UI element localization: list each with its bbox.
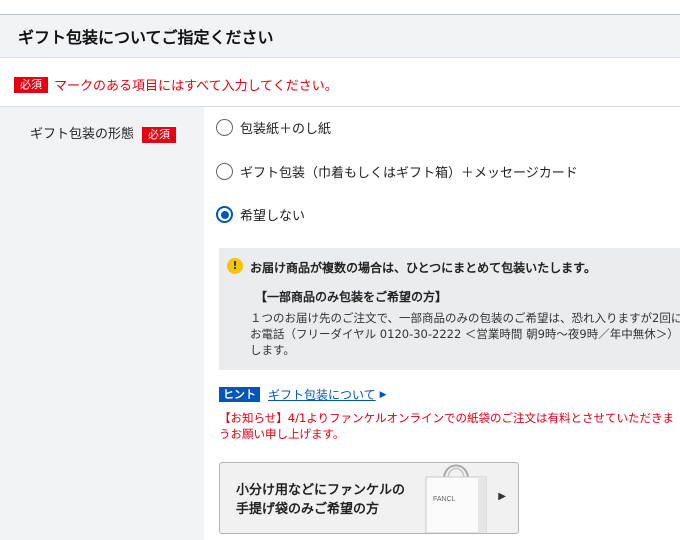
option-label: 包装紙＋のし紙 [240, 122, 332, 137]
bag-logo-text: FANCL [433, 496, 456, 503]
radio-button-selected[interactable] [216, 206, 233, 223]
radio-dot [220, 210, 229, 219]
bag-button-line: 手提げ袋のみご希望の方 [236, 502, 380, 517]
field-label-column [0, 107, 204, 540]
bag-button-label: 小分け用などにファンケルの 手提げ袋のみご希望の方 [236, 481, 405, 519]
info-body-line: １つのお届け先のご注文で、一部商品のみの包装のご希望は、恐れ入りますが2回に [250, 311, 680, 325]
announcement-line: うお願い申し上げます。 [219, 427, 345, 441]
required-notice-text: マークのある項目にはすべて入力してください。 [54, 79, 338, 94]
info-body-line: します。 [250, 343, 295, 357]
wrapping-info-box: ! お届け商品が複数の場合は、ひとつにまとめて包装いたします。 【一部商品のみ包… [219, 248, 680, 370]
info-subheading: 【一部商品のみ包装をご希望の方】 [255, 290, 448, 304]
bag-button-line: 小分け用などにファンケルの [236, 483, 406, 498]
shopping-bag-image: FANCL [425, 464, 487, 533]
shopping-bag-only-button[interactable]: 小分け用などにファンケルの 手提げ袋のみご希望の方 FANCL ▶ [219, 462, 519, 534]
required-badge: 必須 [14, 76, 48, 93]
announcement-notice: 【お知らせ】4/1よりファンケルオンラインでの紙袋のご注文は有料とさせていただき… [219, 410, 680, 442]
field-label-text: ギフト包装の形態 [30, 127, 135, 142]
option-gift-wrap-message-card[interactable]: ギフト包装（巾着もしくはギフト箱）＋メッセージカード [216, 162, 578, 181]
chevron-right-icon: ▶ [379, 389, 387, 400]
option-no-wrapping[interactable]: 希望しない [216, 205, 305, 224]
chevron-right-icon: ▶ [498, 491, 506, 502]
info-heading: お届け商品が複数の場合は、ひとつにまとめて包装いたします。 [250, 261, 596, 275]
info-body: １つのお届け先のご注文で、一部商品のみの包装のご希望は、恐れ入りますが2回に お… [250, 310, 680, 358]
hint-row: ヒント ギフト包装について ▶ [219, 386, 387, 403]
option-label: 希望しない [240, 209, 306, 224]
section-title: ギフト包装についてご指定ください [18, 28, 274, 47]
option-label: ギフト包装（巾着もしくはギフト箱）＋メッセージカード [240, 166, 578, 181]
gift-wrap-type-label: ギフト包装の形態 必須 [30, 123, 177, 143]
announcement-line: 【お知らせ】4/1よりファンケルオンラインでの紙袋のご注文は有料とさせていただき… [219, 411, 675, 425]
required-notice: 必須 マークのある項目にはすべて入力してください。 [14, 74, 338, 94]
hint-badge: ヒント [219, 387, 260, 402]
option-wrapping-paper-noshi[interactable]: 包装紙＋のし紙 [216, 118, 331, 137]
required-badge: 必須 [142, 126, 177, 143]
exclamation-icon: ! [227, 258, 243, 274]
info-body-line: お電話（フリーダイヤル 0120-30-2222 ＜営業時間 朝9時～夜9時／年… [250, 327, 679, 341]
gift-wrap-info-link[interactable]: ギフト包装について [268, 386, 376, 403]
radio-button[interactable] [216, 163, 233, 180]
radio-button[interactable] [216, 119, 233, 136]
